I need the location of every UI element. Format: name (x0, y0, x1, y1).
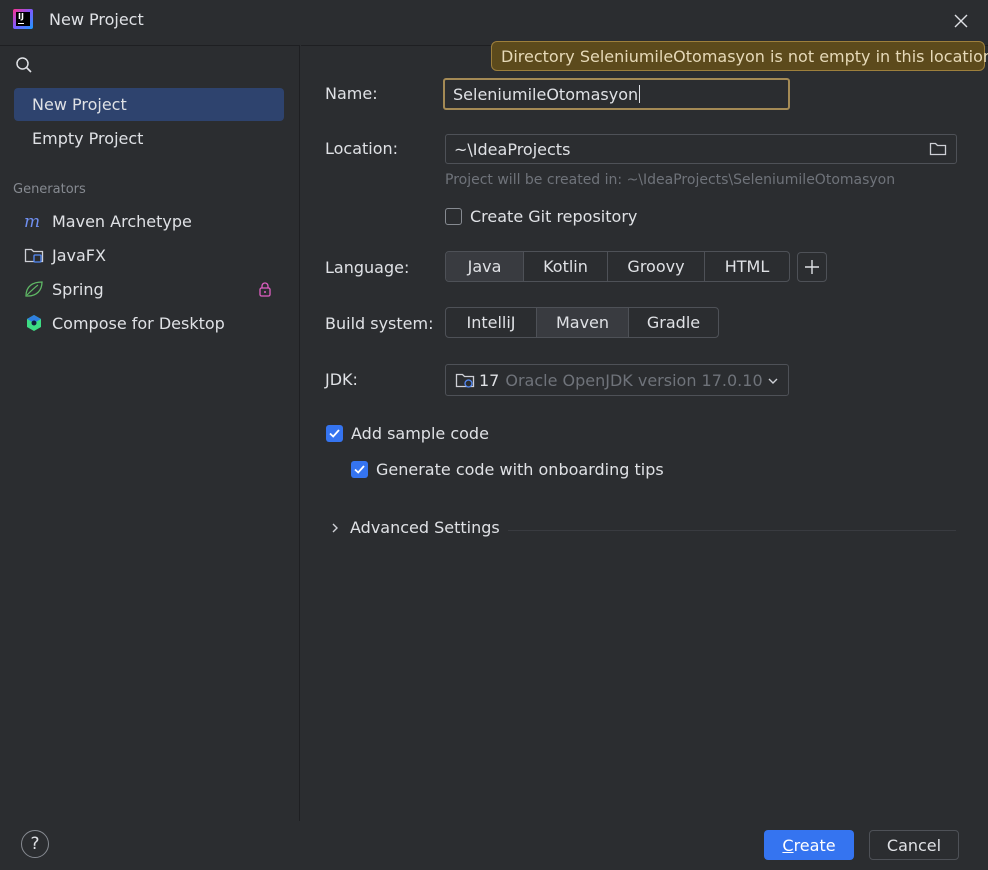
sidebar-item-empty-project[interactable]: Empty Project (14, 122, 284, 155)
create-button[interactable]: Create (764, 830, 854, 860)
build-option-maven[interactable]: Maven (537, 308, 629, 337)
checkbox-label: Add sample code (351, 424, 489, 443)
language-option-html[interactable]: HTML (705, 252, 789, 281)
compose-icon (23, 313, 45, 333)
window-title: New Project (49, 10, 144, 29)
plus-icon (805, 260, 819, 274)
project-name-input[interactable]: SeleniumileOtomasyon (443, 78, 790, 110)
language-option-groovy[interactable]: Groovy (608, 252, 705, 281)
create-label-rest: reate (793, 835, 836, 855)
jdk-description: Oracle OpenJDK version 17.0.10 (505, 370, 763, 390)
search-icon[interactable] (15, 56, 33, 74)
jdk-label: JDK: (325, 370, 358, 389)
directory-warning-tooltip: Directory SeleniumileOtomasyon is not em… (491, 41, 988, 71)
project-name-value: SeleniumileOtomasyon (453, 84, 639, 104)
language-selector: Java Kotlin Groovy HTML (445, 251, 790, 282)
cancel-button[interactable]: Cancel (869, 830, 959, 860)
build-system-label: Build system: (325, 314, 434, 333)
title-bar: IJ New Project (0, 0, 988, 40)
close-button[interactable] (948, 8, 974, 34)
jdk-dropdown[interactable]: 17 Oracle OpenJDK version 17.0.10 (445, 364, 789, 396)
checkbox-checked-icon (326, 425, 343, 442)
svg-text:m: m (24, 213, 40, 229)
checkbox-checked-icon (351, 461, 368, 478)
location-label: Location: (325, 139, 399, 158)
checkbox-label: Generate code with onboarding tips (376, 460, 664, 479)
generator-item-javafx[interactable]: JavaFX (14, 240, 284, 270)
generator-item-label: Spring (52, 279, 104, 299)
help-button[interactable]: ? (21, 830, 49, 858)
chevron-down-icon (768, 378, 778, 384)
build-system-selector: IntelliJ Maven Gradle (445, 307, 719, 338)
onboarding-tips-checkbox[interactable]: Generate code with onboarding tips (351, 460, 664, 479)
sidebar-item-label: Empty Project (32, 129, 144, 148)
advanced-settings-label: Advanced Settings (350, 518, 500, 537)
checkbox-unchecked-icon (445, 208, 462, 225)
create-git-repo-checkbox[interactable]: Create Git repository (445, 207, 637, 226)
folder-browse-icon[interactable] (929, 141, 947, 157)
javafx-folder-icon (23, 245, 45, 265)
generator-item-maven-archetype[interactable]: m Maven Archetype (14, 206, 284, 236)
build-option-intellij[interactable]: IntelliJ (446, 308, 537, 337)
project-type-sidebar: New Project Empty Project Generators m M… (0, 45, 300, 821)
close-icon (954, 14, 968, 28)
sidebar-item-new-project[interactable]: New Project (14, 88, 284, 121)
build-option-gradle[interactable]: Gradle (629, 308, 718, 337)
generator-item-spring[interactable]: Spring (14, 274, 284, 304)
jdk-version: 17 (479, 370, 500, 390)
language-option-kotlin[interactable]: Kotlin (524, 252, 608, 281)
location-value: ~\IdeaProjects (454, 139, 571, 159)
chevron-right-icon (332, 523, 338, 532)
lock-icon (259, 282, 271, 297)
name-label: Name: (325, 84, 378, 103)
add-sample-code-checkbox[interactable]: Add sample code (326, 424, 489, 443)
advanced-settings-divider (508, 530, 956, 531)
spring-leaf-icon (23, 279, 45, 299)
language-label: Language: (325, 258, 410, 277)
advanced-settings-toggle[interactable]: Advanced Settings (328, 518, 500, 537)
generator-item-compose-for-desktop[interactable]: Compose for Desktop (14, 308, 284, 338)
maven-icon: m (23, 211, 45, 231)
generators-heading: Generators (13, 182, 86, 197)
location-input[interactable]: ~\IdeaProjects (445, 134, 957, 164)
text-caret (639, 85, 641, 103)
add-language-button[interactable] (797, 252, 827, 282)
create-mnemonic: C (782, 835, 794, 855)
language-option-java[interactable]: Java (446, 252, 524, 281)
sidebar-item-label: New Project (32, 95, 127, 114)
help-icon: ? (30, 834, 40, 854)
generator-item-label: Compose for Desktop (52, 313, 225, 333)
generator-item-label: Maven Archetype (52, 211, 192, 231)
intellij-logo-icon: IJ (13, 9, 33, 29)
generator-item-label: JavaFX (52, 245, 106, 265)
jdk-folder-icon (455, 373, 475, 388)
location-hint: Project will be created in: ~\IdeaProjec… (445, 172, 896, 188)
checkbox-label: Create Git repository (470, 207, 638, 226)
